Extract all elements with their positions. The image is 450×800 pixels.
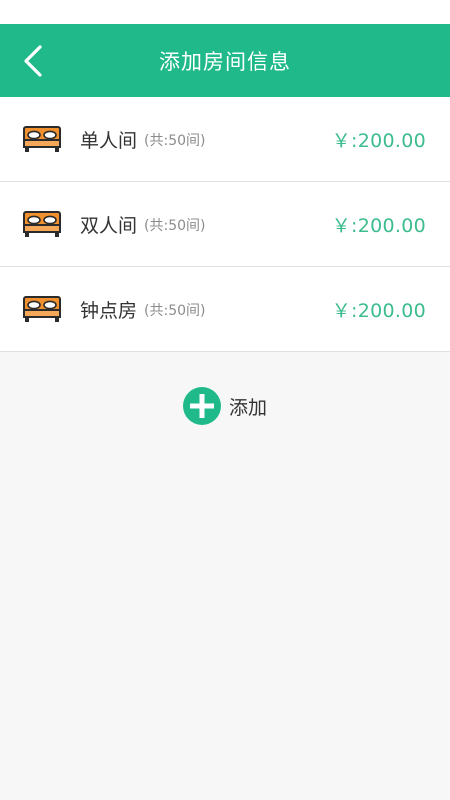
app-header: 添加房间信息: [0, 24, 450, 97]
room-name: 钟点房: [80, 299, 138, 322]
bed-icon: [22, 294, 62, 324]
room-count: (共:50间): [144, 303, 206, 319]
room-name: 双人间: [80, 214, 138, 237]
add-room-button[interactable]: 添加: [0, 386, 450, 426]
room-price: ￥:200.00: [331, 299, 426, 322]
room-price: ￥:200.00: [331, 214, 426, 237]
add-room-label: 添加: [228, 396, 267, 419]
room-count: (共:50间): [144, 218, 206, 234]
chevron-left-icon: [24, 44, 42, 77]
bed-icon: [22, 124, 62, 154]
room-item-double[interactable]: 双人间 (共:50间) ￥:200.00: [0, 182, 450, 267]
status-bar: [0, 0, 450, 24]
room-item-single[interactable]: 单人间 (共:50间) ￥:200.00: [0, 97, 450, 182]
bed-icon: [22, 209, 62, 239]
room-name: 单人间: [80, 129, 138, 152]
plus-circle-icon: [182, 387, 221, 425]
room-item-hourly[interactable]: 钟点房 (共:50间) ￥:200.00: [0, 267, 450, 352]
room-count: (共:50间): [144, 133, 206, 149]
room-price: ￥:200.00: [331, 129, 426, 152]
page-title: 添加房间信息: [159, 49, 291, 74]
back-button[interactable]: [14, 39, 52, 83]
room-list: 单人间 (共:50间) ￥:200.00 双人间 (共:50间) ￥:200.0…: [0, 97, 450, 352]
